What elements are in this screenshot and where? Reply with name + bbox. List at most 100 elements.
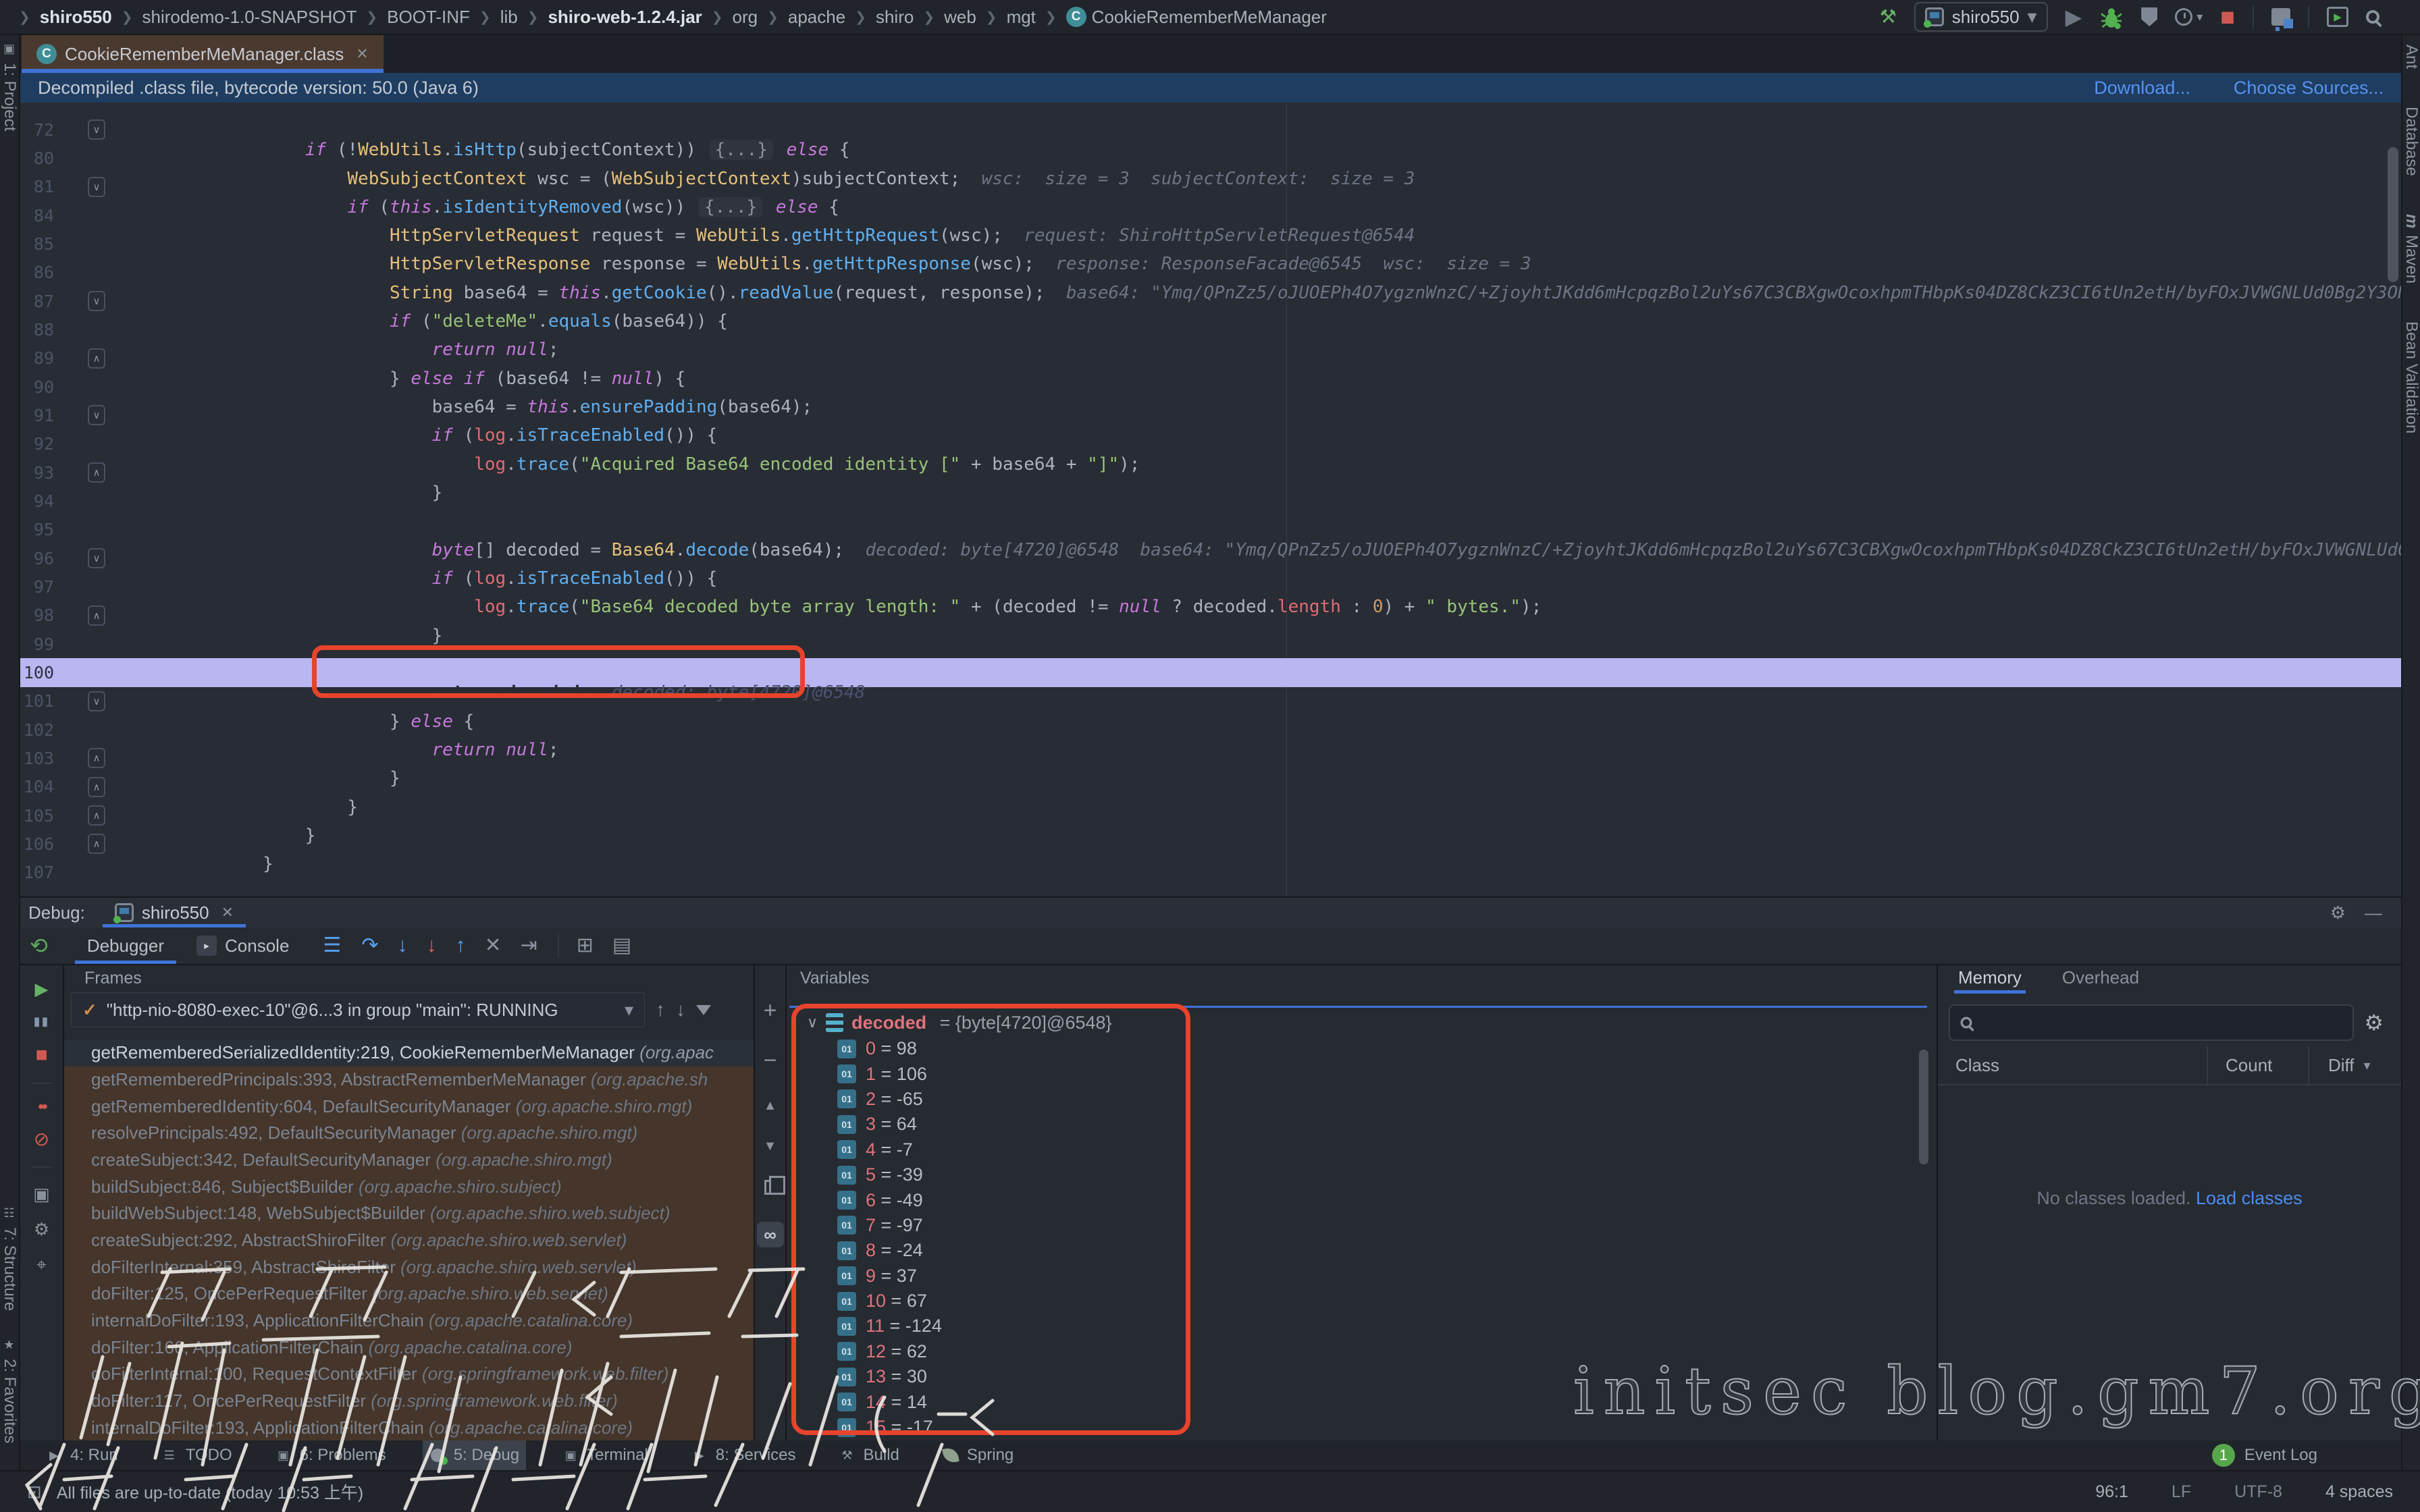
sidebar-item-project[interactable]: ▣ 1: Project xyxy=(0,42,19,131)
settings-gear-icon[interactable]: ⚙ xyxy=(2364,1010,2384,1035)
code-editor[interactable]: 72 ∨ if (!WebUtils.isHttp(subjectContext… xyxy=(20,103,2401,898)
tab-debugger[interactable]: Debugger xyxy=(71,927,180,964)
code-line[interactable]: 105 ∧ } xyxy=(20,801,2401,830)
toolwindow-button[interactable]: ⚒ Build xyxy=(833,1440,906,1470)
download-link[interactable]: Download... xyxy=(2094,78,2190,99)
fold-toggle-icon[interactable]: ∧ xyxy=(88,805,105,826)
editor-scrollbar[interactable] xyxy=(2385,103,2400,896)
stack-frame-row[interactable]: doFilter:166, ApplicationFilterChain (or… xyxy=(64,1334,754,1361)
debug-session-tab[interactable]: shiro550 ✕ xyxy=(103,898,246,927)
choose-sources-link[interactable]: Choose Sources... xyxy=(2234,78,2384,99)
stack-frame-row[interactable]: internalDoFilter:193, ApplicationFilterC… xyxy=(64,1307,754,1334)
toolwindow-button[interactable]: ▶ 4: Run xyxy=(39,1440,125,1470)
editor-tab-cookieremembermemanager[interactable]: C CookieRememberMeManager.class ✕ xyxy=(22,35,384,73)
evaluate-expression-icon[interactable]: ⊞ xyxy=(577,936,594,956)
tab-overhead[interactable]: Overhead xyxy=(2062,967,2139,994)
stop-icon[interactable]: ■ xyxy=(35,1045,47,1065)
project-structure-icon[interactable] xyxy=(2271,8,2290,26)
toolwindow-button[interactable]: Spring xyxy=(936,1440,1020,1470)
stack-frame-row[interactable]: getRememberedSerializedIdentity:219, Coo… xyxy=(64,1040,754,1066)
stack-frame-row[interactable]: resolvePrincipals:492, DefaultSecurityMa… xyxy=(64,1120,754,1147)
toolwindow-button[interactable]: 5: Debug xyxy=(423,1440,526,1470)
column-diff[interactable]: Diff ▾ xyxy=(2309,1055,2371,1076)
step-out-icon[interactable]: ↑ xyxy=(455,936,465,956)
search-icon[interactable] xyxy=(2366,10,2379,24)
sidebar-item-bean-validation[interactable]: Bean Validation xyxy=(2402,321,2420,433)
fold-toggle-icon[interactable]: ∨ xyxy=(88,691,105,711)
fold-toggle-icon[interactable]: ∨ xyxy=(88,177,105,197)
search-input[interactable] xyxy=(1981,1013,2343,1033)
drop-frame-icon[interactable]: ✕ xyxy=(484,936,501,956)
breadcrumb-item[interactable]: shirodemo-1.0-SNAPSHOT xyxy=(142,7,357,28)
stack-frame-row[interactable]: internalDoFilter:193, ApplicationFilterC… xyxy=(64,1414,754,1441)
step-into-icon[interactable]: ↓ xyxy=(397,936,407,956)
stop-button[interactable]: ■ xyxy=(2220,5,2235,29)
run-config-select[interactable]: shiro550 ▾ xyxy=(1914,2,2048,32)
load-classes-link[interactable]: Load classes xyxy=(2196,1188,2303,1208)
stack-frame-row[interactable]: getRememberedPrincipals:393, AbstractRem… xyxy=(64,1066,754,1094)
toolwindow-button[interactable]: ▣ 6: Problems xyxy=(269,1440,393,1470)
breadcrumb-item[interactable]: shiro xyxy=(876,7,914,28)
toolwindow-button[interactable]: ▶ 8: Services xyxy=(685,1440,803,1470)
sidebar-item-ant[interactable]: Ant xyxy=(2402,45,2420,69)
scrollbar-thumb[interactable] xyxy=(1919,1050,1928,1164)
file-encoding[interactable]: UTF-8 xyxy=(2234,1482,2282,1502)
debug-button[interactable] xyxy=(2099,5,2124,29)
rerun-icon[interactable]: ⟲ xyxy=(30,935,48,956)
coverage-icon[interactable] xyxy=(2141,7,2157,26)
tab-console[interactable]: ▸ Console xyxy=(180,927,305,964)
hide-frames-filter-icon[interactable] xyxy=(696,1005,711,1015)
fold-toggle-icon[interactable]: ∨ xyxy=(88,405,105,425)
sidebar-item-favorites[interactable]: ★ 2: Favorites xyxy=(0,1338,19,1443)
sidebar-item-maven[interactable]: m Maven xyxy=(2402,214,2420,284)
breadcrumb-item[interactable]: BOOT-INF xyxy=(387,7,470,28)
fold-toggle-icon[interactable]: ∨ xyxy=(88,119,105,140)
resume-icon[interactable]: ▶ xyxy=(35,980,49,998)
column-count[interactable]: Count xyxy=(2208,1046,2309,1084)
scrollbar-thumb[interactable] xyxy=(2388,147,2398,282)
pause-icon[interactable]: ▮▮ xyxy=(34,1015,50,1027)
stack-frame-row[interactable]: doFilterInternal:100, RequestContextFilt… xyxy=(64,1361,754,1388)
stack-frame-row[interactable]: buildWebSubject:148, WebSubject$Builder … xyxy=(64,1200,754,1227)
stack-frame-row[interactable]: createSubject:342, DefaultSecurityManage… xyxy=(64,1147,754,1174)
stack-frame-row[interactable]: doFilterInternal:359, AbstractShiroFilte… xyxy=(64,1253,754,1280)
fold-toggle-icon[interactable]: ∧ xyxy=(88,777,105,797)
run-to-cursor-icon[interactable]: ⇥ xyxy=(521,936,537,956)
toolwindow-button[interactable]: ▣ Terminal xyxy=(556,1440,655,1470)
stack-frame-row[interactable]: doFilter:117, OncePerRequestFilter (org.… xyxy=(64,1388,754,1415)
fold-toggle-icon[interactable]: ∧ xyxy=(88,348,105,369)
settings-gear-icon[interactable]: ⚙ xyxy=(2330,904,2346,921)
stack-frame-row[interactable]: doFilter:125, OncePerRequestFilter (org.… xyxy=(64,1280,754,1307)
force-step-into-icon[interactable]: ↓ xyxy=(426,936,436,956)
thread-selector[interactable]: ✓ "http-nio-8080-exec-10"@6...3 in group… xyxy=(71,992,645,1027)
tab-memory[interactable]: Memory xyxy=(1958,967,2022,994)
pin-icon[interactable]: ⌖ xyxy=(36,1256,47,1273)
stack-frame-row[interactable]: createSubject:292, AbstractShiroFilter (… xyxy=(64,1227,754,1254)
fold-toggle-icon[interactable]: ∧ xyxy=(88,605,105,626)
stack-frame-row[interactable]: getRememberedIdentity:604, DefaultSecuri… xyxy=(64,1093,754,1120)
remove-watch-icon[interactable]: − xyxy=(764,1049,777,1072)
code-line[interactable]: 93 ∧ } xyxy=(20,458,2401,487)
breadcrumb-item[interactable]: shiro550 xyxy=(40,7,112,28)
move-watch-up-icon[interactable]: ▲ xyxy=(764,1099,777,1112)
layout-settings-icon[interactable]: ▤ xyxy=(612,936,631,956)
mute-breakpoints-icon[interactable]: ⊘ xyxy=(34,1130,49,1149)
view-breakpoints-icon[interactable]: ●● xyxy=(38,1102,45,1112)
caret-position[interactable]: 96:1 xyxy=(2095,1482,2128,1502)
breadcrumb-item[interactable]: C CookieRememberMeManager xyxy=(1066,7,1327,28)
toolwindow-button[interactable]: ☰ TODO xyxy=(155,1440,239,1470)
indent-setting[interactable]: 4 spaces xyxy=(2325,1482,2393,1502)
move-watch-down-icon[interactable]: ▼ xyxy=(764,1139,777,1153)
close-icon[interactable]: ✕ xyxy=(221,904,234,921)
breadcrumb-item[interactable]: mgt xyxy=(1007,7,1036,28)
memory-search[interactable] xyxy=(1949,1004,2354,1041)
code-line[interactable]: 103 ∧ } xyxy=(20,744,2401,772)
add-watch-icon[interactable]: + xyxy=(764,999,777,1022)
next-frame-icon[interactable]: ↓ xyxy=(676,1000,685,1019)
settings-gear-icon[interactable]: ⚙ xyxy=(34,1220,49,1238)
close-icon[interactable]: ✕ xyxy=(356,45,368,63)
column-class[interactable]: Class xyxy=(1938,1046,2208,1084)
code-line[interactable]: 106 ∧ } xyxy=(20,830,2401,858)
run-button[interactable]: ▶ xyxy=(2066,6,2082,28)
fold-toggle-icon[interactable]: ∧ xyxy=(88,748,105,768)
